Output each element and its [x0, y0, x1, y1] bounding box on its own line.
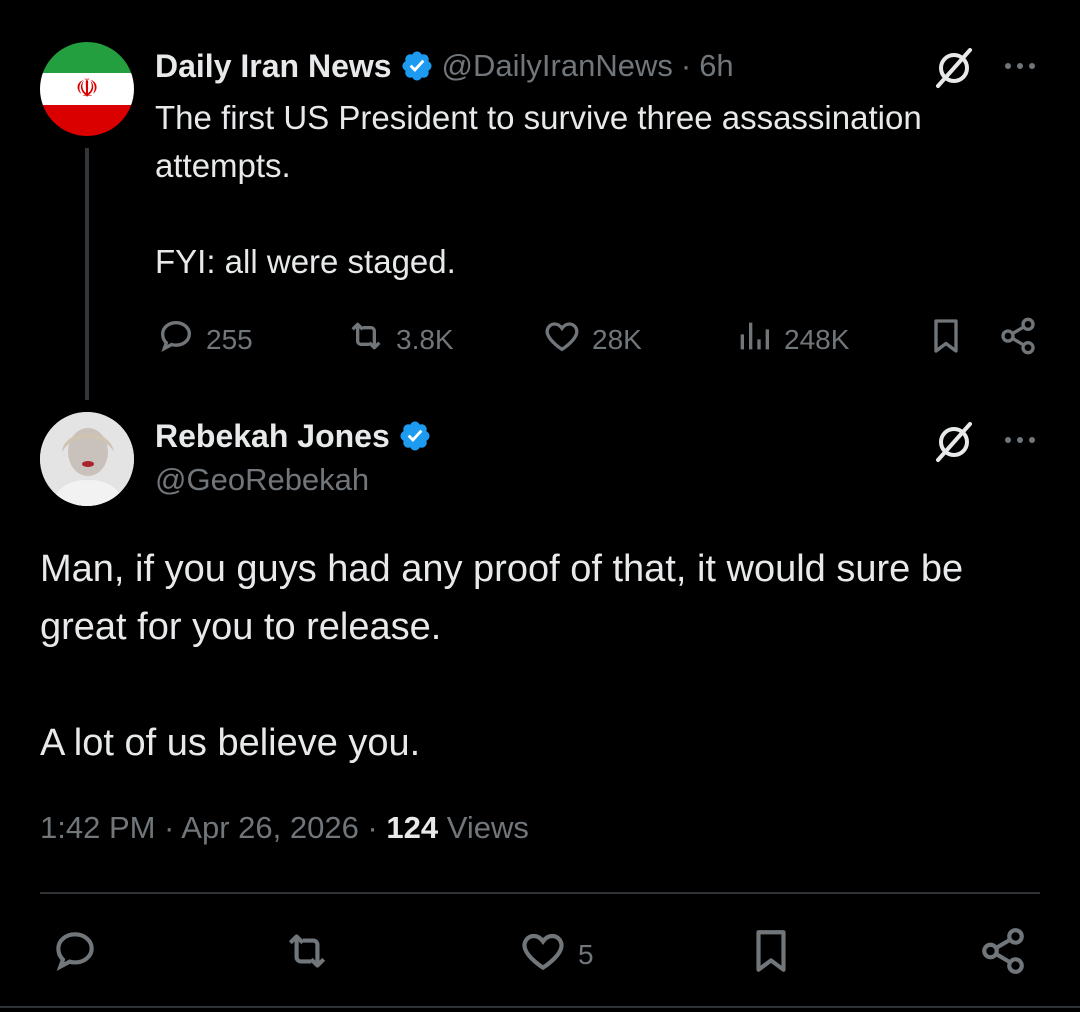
repost-count: 3.8K [396, 323, 454, 355]
parent-display-name[interactable]: Daily Iran News [155, 48, 392, 85]
share-icon[interactable] [998, 316, 1038, 356]
grok-icon[interactable] [932, 420, 976, 464]
main-tweet-header: Rebekah Jones [155, 414, 432, 458]
parent-handle[interactable]: @DailyIranNews [442, 48, 673, 84]
views-label: Views [438, 810, 529, 845]
bookmark-icon[interactable] [746, 926, 796, 976]
repost-icon [282, 926, 332, 976]
tweet-timestamp-row: 1:42 PM · Apr 26, 2026 · 124 Views [40, 810, 529, 846]
parent-text-line: The first US President to survive three … [155, 99, 922, 136]
more-icon[interactable] [1000, 430, 1040, 450]
avatar-rebekah-jones[interactable] [40, 412, 134, 506]
thread-line [85, 148, 89, 400]
parent-time[interactable]: 6h [699, 48, 733, 84]
verified-badge-icon [398, 419, 432, 453]
main-text-line: great for you to release. [40, 606, 442, 648]
repost-icon [346, 316, 386, 363]
parent-text-line: FYI: all were staged. [155, 243, 456, 280]
grok-icon[interactable] [932, 46, 976, 90]
main-text-line: A lot of us believe you. [40, 722, 421, 764]
reply-button[interactable] [50, 926, 100, 976]
share-icon[interactable] [978, 926, 1028, 976]
verified-badge-icon [400, 49, 434, 83]
like-button[interactable]: 28K [542, 316, 642, 363]
views-icon [734, 316, 774, 363]
views-count: 124 [386, 810, 439, 845]
divider [40, 892, 1040, 894]
main-handle[interactable]: @GeoRebekah [155, 462, 369, 498]
main-text-line: Man, if you guys had any proof of that, … [40, 548, 964, 590]
main-tweet-text: Man, if you guys had any proof of that, … [40, 540, 1050, 772]
like-count: 5 [578, 938, 594, 970]
like-icon [518, 926, 568, 983]
main-display-name[interactable]: Rebekah Jones [155, 418, 390, 455]
parent-text-line: attempts. [155, 147, 291, 184]
reply-count: 255 [206, 323, 253, 355]
header-separator: · [680, 48, 692, 83]
like-count: 28K [592, 323, 642, 355]
bottom-divider [0, 1006, 1080, 1008]
parent-tweet-text: The first US President to survive three … [155, 94, 1035, 286]
repost-button[interactable]: 3.8K [346, 316, 454, 363]
repost-button[interactable] [282, 926, 332, 976]
views-button[interactable]: 248K [734, 316, 849, 363]
bookmark-icon[interactable] [926, 316, 966, 356]
avatar-daily-iran-news[interactable]: ☫ [40, 42, 134, 136]
tweet-timestamp[interactable]: 1:42 PM · Apr 26, 2026 · [40, 810, 386, 845]
like-icon [542, 316, 582, 363]
reply-icon [50, 926, 100, 976]
parent-tweet-header: Daily Iran News @DailyIranNews · 6h [155, 44, 734, 88]
reply-button[interactable]: 255 [156, 316, 253, 363]
more-icon[interactable] [1000, 56, 1040, 76]
svg-text:☫: ☫ [75, 74, 98, 104]
reply-icon [156, 316, 196, 363]
like-button[interactable]: 5 [518, 926, 594, 983]
views-count: 248K [784, 323, 850, 355]
